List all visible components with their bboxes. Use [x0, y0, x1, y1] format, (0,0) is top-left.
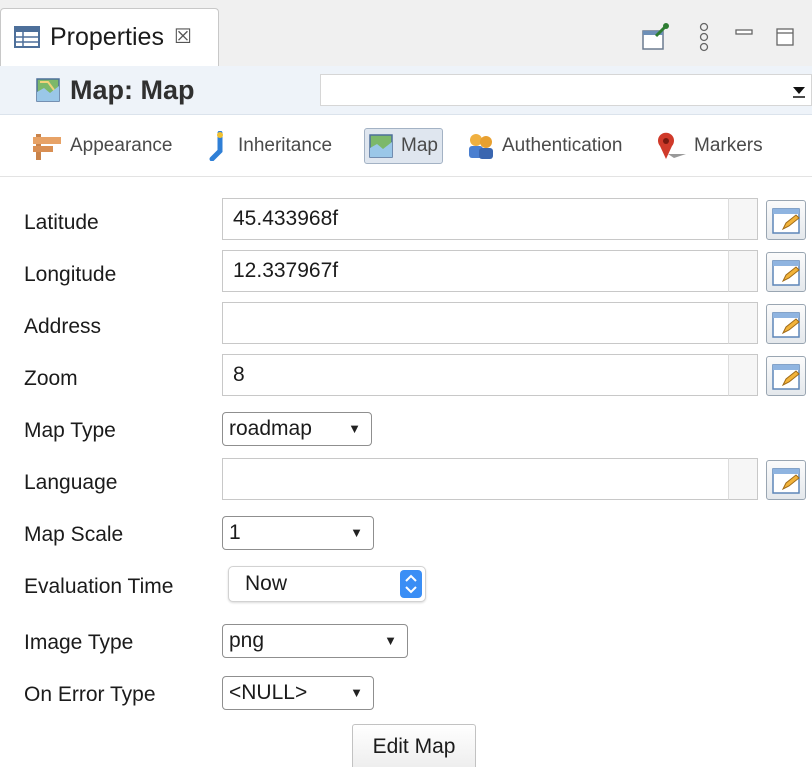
view-menu-icon[interactable]	[698, 22, 710, 54]
map-type-select[interactable]: roadmap ▼	[222, 412, 372, 446]
marker-pin-icon	[658, 132, 686, 159]
latitude-field[interactable]: 45.433968f	[222, 198, 758, 240]
tab-map[interactable]: Map	[364, 128, 443, 164]
tab-appearance-label: Appearance	[70, 135, 173, 156]
image-type-value: png	[229, 629, 265, 652]
separator	[0, 176, 812, 177]
edit-pencil-icon	[772, 208, 800, 234]
longitude-field[interactable]: 12.337967f	[222, 250, 758, 292]
page-title: Map: Map	[70, 75, 195, 105]
zoom-field-end	[728, 354, 758, 396]
longitude-label: Longitude	[24, 263, 117, 286]
latitude-field-end	[728, 198, 758, 240]
zoom-edit-button[interactable]	[766, 356, 806, 396]
maximize-icon[interactable]	[774, 26, 798, 50]
image-type-select[interactable]: png ▼	[222, 624, 408, 658]
address-field-end	[728, 302, 758, 344]
evaluation-time-label: Evaluation Time	[24, 575, 174, 598]
tab-authentication[interactable]: Authentication	[466, 128, 622, 164]
map-icon	[369, 134, 393, 158]
language-label: Language	[24, 471, 118, 494]
chevron-down-icon: ▼	[350, 525, 363, 540]
tab-markers-label: Markers	[694, 135, 763, 156]
map-scale-select[interactable]: 1 ▼	[222, 516, 374, 550]
title-combo[interactable]	[320, 74, 812, 106]
signpost-icon	[33, 134, 61, 160]
map-type-label: Map Type	[24, 419, 116, 442]
image-type-label: Image Type	[24, 631, 134, 654]
edit-pencil-icon	[772, 260, 800, 286]
tab-label: Properties	[50, 23, 164, 51]
chevron-down-icon: ▼	[348, 421, 361, 436]
updown-stepper-icon	[400, 570, 422, 598]
latitude-edit-button[interactable]	[766, 200, 806, 240]
edit-pencil-icon	[772, 468, 800, 494]
edit-pencil-icon	[772, 312, 800, 338]
table-icon	[14, 26, 40, 48]
language-field-end	[728, 458, 758, 500]
chevron-down-icon: ▼	[350, 685, 363, 700]
on-error-type-value: <NULL>	[229, 681, 308, 704]
map-icon	[36, 78, 60, 102]
close-icon[interactable]: ☒	[174, 26, 192, 48]
language-edit-button[interactable]	[766, 460, 806, 500]
latitude-label: Latitude	[24, 211, 99, 234]
zoom-label: Zoom	[24, 367, 78, 390]
tab-inheritance-label: Inheritance	[238, 135, 333, 156]
pin-view-icon[interactable]	[640, 22, 670, 52]
chevron-down-icon: ▼	[384, 633, 397, 648]
address-field[interactable]	[222, 302, 758, 344]
chevron-down-icon[interactable]	[786, 74, 812, 106]
tab-map-label: Map	[401, 135, 438, 156]
on-error-type-label: On Error Type	[24, 683, 156, 706]
evaluation-time-value: Now	[245, 572, 288, 595]
map-scale-label: Map Scale	[24, 523, 124, 546]
tab-appearance[interactable]: Appearance	[30, 128, 172, 164]
zoom-field[interactable]: 8	[222, 354, 758, 396]
inheritance-icon	[209, 131, 223, 161]
address-edit-button[interactable]	[766, 304, 806, 344]
tab-inheritance[interactable]: Inheritance	[206, 128, 332, 164]
language-field[interactable]	[222, 458, 758, 500]
map-type-value: roadmap	[229, 417, 312, 440]
people-icon	[469, 134, 493, 159]
tab-markers[interactable]: Markers	[654, 128, 763, 164]
minimize-icon[interactable]	[734, 26, 756, 40]
address-label: Address	[24, 315, 102, 338]
edit-pencil-icon	[772, 364, 800, 390]
evaluation-time-select[interactable]: Now	[228, 566, 426, 602]
tab-authentication-label: Authentication	[502, 135, 623, 156]
map-scale-value: 1	[229, 521, 241, 544]
edit-map-button[interactable]: Edit Map	[352, 724, 476, 767]
longitude-edit-button[interactable]	[766, 252, 806, 292]
longitude-field-end	[728, 250, 758, 292]
on-error-type-select[interactable]: <NULL> ▼	[222, 676, 374, 710]
